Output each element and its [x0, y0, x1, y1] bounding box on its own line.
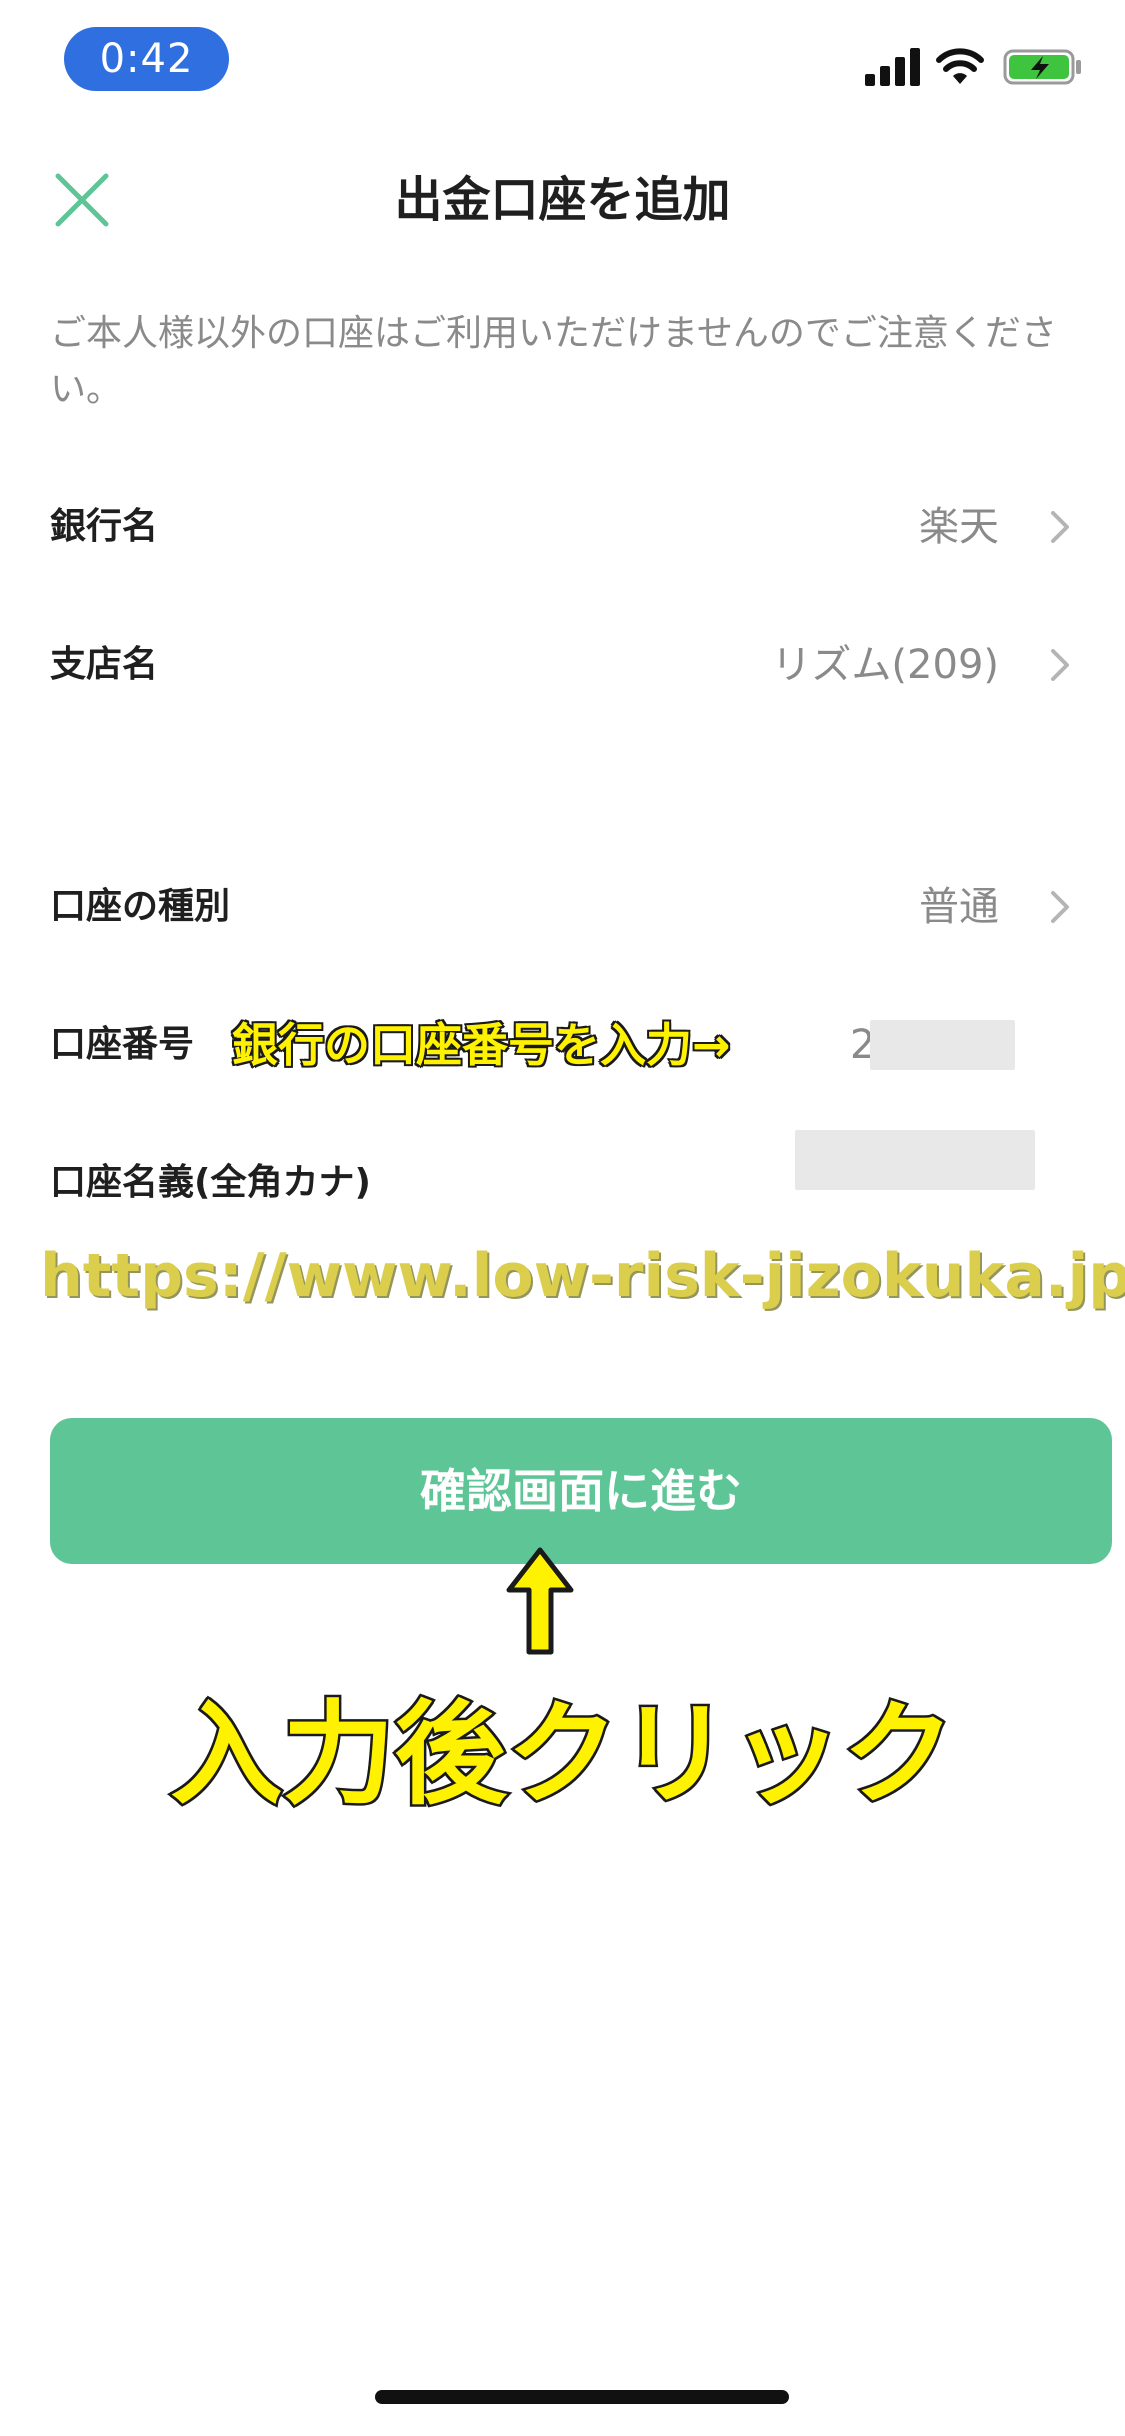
redacted-account-number	[870, 1020, 1015, 1070]
watermark-url: https://www.low-risk-jizokuka.jp/	[40, 1241, 1125, 1311]
row-account-holder[interactable]: 口座名義(全角カナ)	[0, 1128, 1125, 1238]
arrow-up-icon	[506, 1547, 574, 1655]
signal-icon	[865, 48, 920, 86]
redacted-account-holder	[795, 1130, 1035, 1190]
notice-text: ご本人様以外の口座はご利用いただけませんのでご注意ください。	[50, 313, 1057, 410]
page-title: 出金口座を追加	[394, 172, 731, 228]
chevron-right-icon	[1051, 649, 1069, 681]
chevron-right-icon	[1051, 511, 1069, 543]
annotation-input-hint: 銀行の口座番号を入力→	[231, 1017, 733, 1074]
confirm-button[interactable]: 確認画面に進む	[50, 1418, 1112, 1564]
account-number-label: 口座番号	[50, 1024, 195, 1065]
close-icon[interactable]	[50, 168, 114, 232]
branch-name-label: 支店名	[50, 644, 159, 685]
annotation-click-after-input: 入力後クリック	[168, 1688, 957, 1823]
battery-charging-icon	[1003, 49, 1081, 85]
bank-name-value: 楽天	[919, 504, 999, 550]
home-indicator[interactable]	[375, 2390, 789, 2404]
chevron-right-icon	[1051, 891, 1069, 923]
row-account-type[interactable]: 口座の種別 普通	[0, 852, 1125, 962]
status-bar: 0:42	[0, 0, 1125, 120]
header: 出金口座を追加	[0, 150, 1125, 250]
status-time: 0:42	[64, 27, 229, 91]
row-bank-name[interactable]: 銀行名 楽天	[0, 472, 1125, 582]
branch-name-value: リズム(209)	[771, 642, 999, 688]
wifi-icon	[936, 48, 984, 84]
account-type-label: 口座の種別	[50, 886, 231, 927]
row-branch-name[interactable]: 支店名 リズム(209)	[0, 610, 1125, 720]
account-holder-label: 口座名義(全角カナ)	[50, 1162, 371, 1203]
account-type-value: 普通	[919, 884, 999, 930]
bank-name-label: 銀行名	[50, 506, 159, 547]
